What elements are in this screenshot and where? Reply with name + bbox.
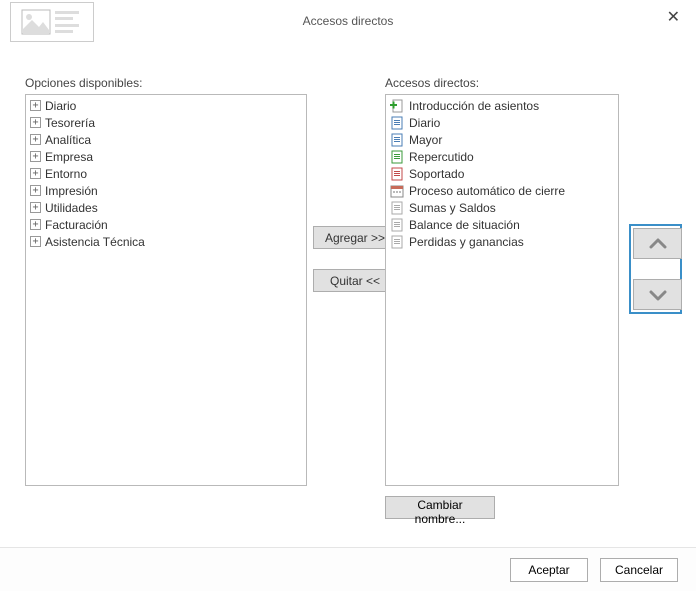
rename-button[interactable]: Cambiar nombre... <box>385 496 495 519</box>
expand-icon[interactable]: + <box>30 185 41 196</box>
expand-icon[interactable]: + <box>30 202 41 213</box>
tree-item-label: Empresa <box>45 150 93 164</box>
expand-icon[interactable]: + <box>30 219 41 230</box>
chevron-down-icon <box>649 289 667 301</box>
shortcut-item[interactable]: Soportado <box>386 165 618 182</box>
expand-icon[interactable]: + <box>30 151 41 162</box>
tree-item-label: Utilidades <box>45 201 98 215</box>
expand-icon[interactable]: + <box>30 168 41 179</box>
shortcut-item[interactable]: Diario <box>386 114 618 131</box>
document-icon <box>390 116 405 130</box>
shortcut-item-label: Introducción de asientos <box>409 99 539 113</box>
document-gray-icon <box>390 201 405 215</box>
lines-icon <box>55 9 83 35</box>
tree-item-label: Asistencia Técnica <box>45 235 145 249</box>
ok-button[interactable]: Aceptar <box>510 558 588 582</box>
shortcut-item[interactable]: Introducción de asientos <box>386 97 618 114</box>
shortcut-item-icon <box>390 184 405 198</box>
image-icon <box>21 9 51 35</box>
tree-item[interactable]: + Analítica <box>26 131 306 148</box>
header-toolbar-tile <box>10 2 94 42</box>
dialog-footer: Aceptar Cancelar <box>0 547 696 591</box>
tree-item[interactable]: + Empresa <box>26 148 306 165</box>
shortcut-item-label: Mayor <box>409 133 442 147</box>
tree-item[interactable]: + Asistencia Técnica <box>26 233 306 250</box>
expand-icon[interactable]: + <box>30 134 41 145</box>
shortcut-item[interactable]: Sumas y Saldos <box>386 199 618 216</box>
tree-item[interactable]: + Facturación <box>26 216 306 233</box>
shortcut-item-icon <box>390 235 405 249</box>
document-gray-icon <box>390 218 405 232</box>
shortcut-item-label: Balance de situación <box>409 218 520 232</box>
tree-item-label: Tesorería <box>45 116 95 130</box>
tree-item-label: Entorno <box>45 167 87 181</box>
cancel-button[interactable]: Cancelar <box>600 558 678 582</box>
shortcut-item[interactable]: Proceso automático de cierre <box>386 182 618 199</box>
shortcut-item-icon <box>390 116 405 130</box>
reorder-panel <box>629 224 682 314</box>
shortcut-item-icon <box>390 167 405 181</box>
calendar-icon <box>390 184 405 198</box>
shortcut-item[interactable]: Balance de situación <box>386 216 618 233</box>
dialog-title: Accesos directos <box>303 14 394 28</box>
shortcut-item-label: Diario <box>409 116 440 130</box>
close-icon[interactable]: ✕ <box>661 5 686 29</box>
document-red-icon <box>390 167 405 181</box>
shortcut-item-label: Repercutido <box>409 150 474 164</box>
shortcut-item[interactable]: Repercutido <box>386 148 618 165</box>
tree-item-label: Analítica <box>45 133 91 147</box>
shortcut-item-label: Soportado <box>409 167 464 181</box>
tree-item-label: Facturación <box>45 218 108 232</box>
shortcut-item-icon <box>390 133 405 147</box>
shortcut-item-icon <box>390 99 405 113</box>
shortcut-item-icon <box>390 218 405 232</box>
tree-item[interactable]: + Impresión <box>26 182 306 199</box>
shortcut-item[interactable]: Perdidas y ganancias <box>386 233 618 250</box>
shortcuts-list[interactable]: Introducción de asientos Diario Mayor Reper… <box>385 94 619 486</box>
shortcut-item-icon <box>390 150 405 164</box>
expand-icon[interactable]: + <box>30 117 41 128</box>
plus-doc-icon <box>390 99 405 113</box>
shortcut-item-label: Perdidas y ganancias <box>409 235 524 249</box>
tree-item[interactable]: + Diario <box>26 97 306 114</box>
available-options-tree[interactable]: + Diario + Tesorería + Analítica + Empresa + Ento… <box>25 94 307 486</box>
expand-icon[interactable]: + <box>30 100 41 111</box>
shortcut-item-icon <box>390 201 405 215</box>
document-icon <box>390 133 405 147</box>
tree-item[interactable]: + Utilidades <box>26 199 306 216</box>
expand-icon[interactable]: + <box>30 236 41 247</box>
move-down-button[interactable] <box>633 279 682 310</box>
move-up-button[interactable] <box>633 228 682 259</box>
tree-item[interactable]: + Tesorería <box>26 114 306 131</box>
document-gray-icon <box>390 235 405 249</box>
document-green-icon <box>390 150 405 164</box>
shortcut-item-label: Sumas y Saldos <box>409 201 496 215</box>
shortcut-item-label: Proceso automático de cierre <box>409 184 565 198</box>
chevron-up-icon <box>649 238 667 250</box>
shortcut-item[interactable]: Mayor <box>386 131 618 148</box>
tree-item[interactable]: + Entorno <box>26 165 306 182</box>
tree-item-label: Diario <box>45 99 76 113</box>
tree-item-label: Impresión <box>45 184 98 198</box>
shortcuts-label: Accesos directos: <box>385 76 619 90</box>
available-options-label: Opciones disponibles: <box>25 76 307 90</box>
